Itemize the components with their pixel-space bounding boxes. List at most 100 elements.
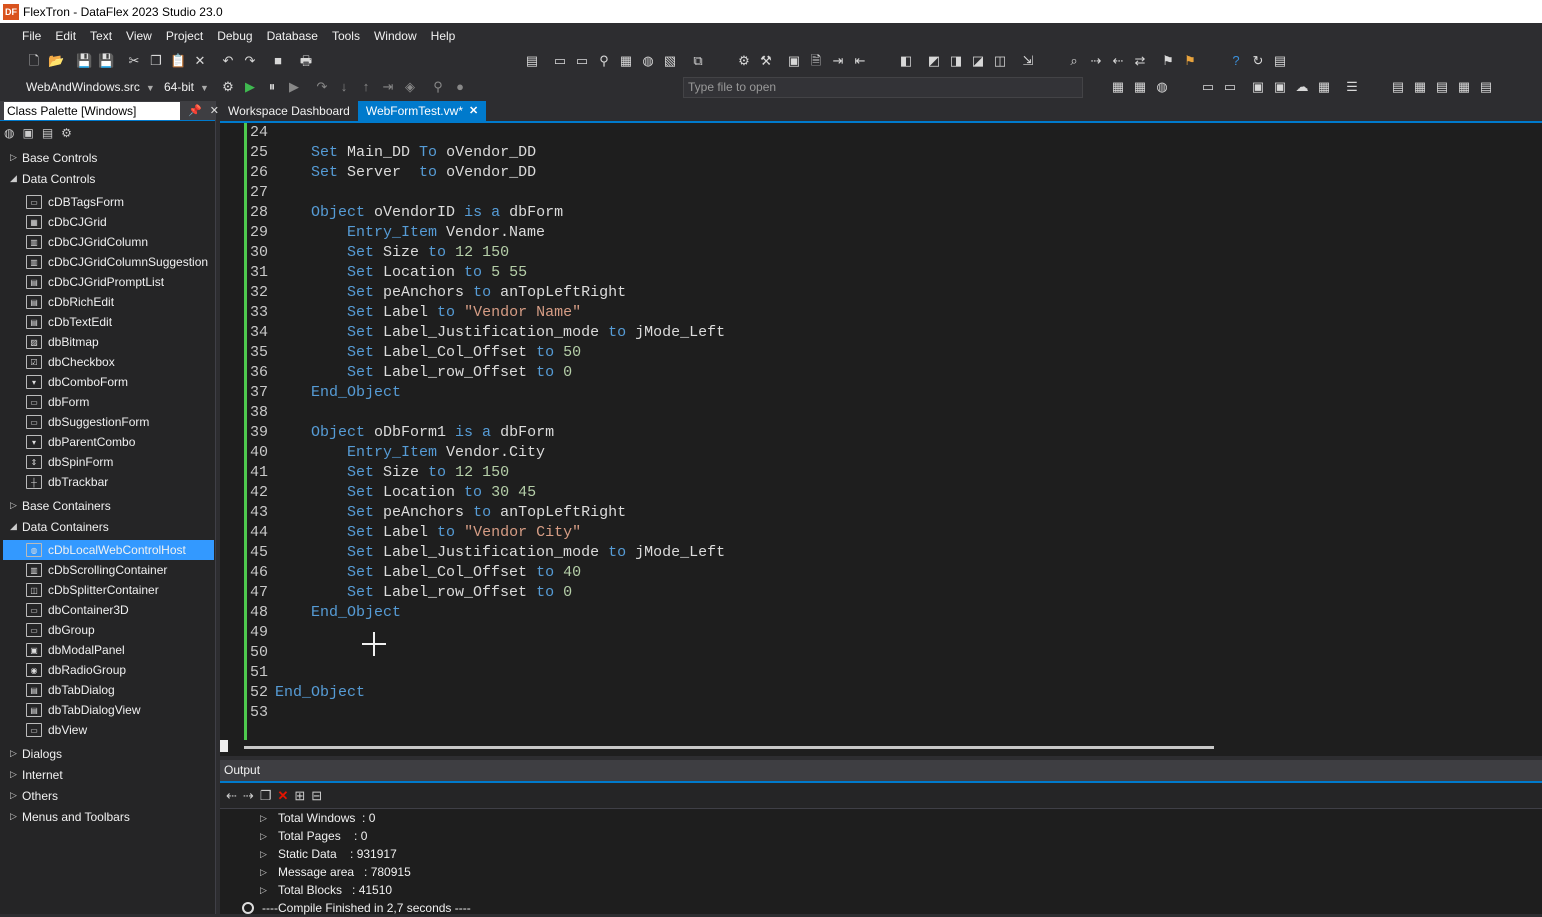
tree-item[interactable]: ▥ cDbCJGridColumnSuggestion xyxy=(0,252,216,272)
workspace-combo[interactable]: WebAndWindows.src ▼ xyxy=(26,78,155,96)
print-icon[interactable]: 🖶 xyxy=(298,53,314,69)
view-icon[interactable]: ⧉ xyxy=(690,53,706,69)
group-menus-toolbars[interactable]: ▷ Menus and Toolbars xyxy=(0,806,216,827)
step-over-icon[interactable]: ↷ xyxy=(314,79,330,95)
tree-item[interactable]: ▭ dbGroup xyxy=(0,620,216,640)
open-folder-icon[interactable]: 📂 xyxy=(48,53,64,69)
code-line[interactable]: 33 Set Label to "Vendor Name" xyxy=(246,303,725,323)
undo-icon[interactable]: ↶ xyxy=(220,53,236,69)
step-into-icon[interactable]: ↓ xyxy=(336,79,352,95)
table-icon[interactable]: ▦ xyxy=(1316,79,1332,95)
menu-database[interactable]: Database xyxy=(267,29,318,43)
step-out-icon[interactable]: ↑ xyxy=(358,79,374,95)
next-message-icon[interactable]: ⇢ xyxy=(243,788,254,804)
code-line[interactable]: 35 Set Label_Col_Offset to 50 xyxy=(246,343,725,363)
palette-forms-icon[interactable]: ▤ xyxy=(42,126,53,140)
group-internet[interactable]: ▷ Internet xyxy=(0,764,216,785)
tree-item[interactable]: ▭ dbContainer3D xyxy=(0,600,216,620)
bitness-combo[interactable]: 64-bit ▼ xyxy=(164,78,209,96)
pin-icon[interactable]: 📌 xyxy=(188,104,202,117)
grid-view-icon[interactable]: ▦ xyxy=(1132,79,1148,95)
db-grid-icon[interactable]: ▦ xyxy=(1456,79,1472,95)
close-icon[interactable]: ✕ xyxy=(210,104,219,117)
db-view-icon[interactable]: ▤ xyxy=(1434,79,1450,95)
layout-icon[interactable]: ▤ xyxy=(524,53,540,69)
cloud-icon[interactable]: ☁ xyxy=(1294,79,1310,95)
find-next-icon[interactable]: ⇢ xyxy=(1088,53,1104,69)
import-icon[interactable]: ⇤ xyxy=(852,53,868,69)
tree-item[interactable]: ▾ dbComboForm xyxy=(0,372,216,392)
breakpoint-icon[interactable]: ⚲ xyxy=(430,79,446,95)
record-icon[interactable]: ● xyxy=(452,79,468,95)
menu-text[interactable]: Text xyxy=(90,29,112,43)
tree-item[interactable]: ◫ cDbSplitterContainer xyxy=(0,580,216,600)
tab-webformtest[interactable]: WebFormTest.vw* ✕ xyxy=(357,101,487,122)
code-line[interactable]: 34 Set Label_Justification_mode to jMode… xyxy=(246,323,725,343)
paste-icon[interactable]: 📋 xyxy=(170,53,186,69)
code-line[interactable]: 50 xyxy=(246,643,725,663)
output-line[interactable]: ▷ Static Data : 931917 xyxy=(220,845,1542,863)
tree-item[interactable]: ▭ dbSuggestionForm xyxy=(0,412,216,432)
panel-red-icon[interactable]: ▭ xyxy=(1200,79,1216,95)
copy-icon[interactable]: ❐ xyxy=(260,788,272,804)
build-icon[interactable]: ⚙ xyxy=(736,53,752,69)
db-table-icon[interactable]: ▦ xyxy=(1412,79,1428,95)
find-prev-icon[interactable]: ⇠ xyxy=(1110,53,1126,69)
grid-icon[interactable]: ▦ xyxy=(1110,79,1126,95)
align-top-icon[interactable]: ◩ xyxy=(926,53,942,69)
close-icon[interactable]: ✕ xyxy=(469,101,478,122)
code-line[interactable]: 38 xyxy=(246,403,725,423)
redo-icon[interactable]: ↷ xyxy=(242,53,258,69)
tab-workspace-dashboard[interactable]: Workspace Dashboard xyxy=(220,101,358,122)
save-icon[interactable]: 💾 xyxy=(76,53,92,69)
tree-item[interactable]: ⇕ dbSpinForm xyxy=(0,452,216,472)
new-file-icon[interactable]: 🗋 xyxy=(26,53,42,69)
doc-icon[interactable]: 🗎 xyxy=(808,53,824,69)
compile-icon[interactable]: ⚒ xyxy=(758,53,774,69)
run-icon[interactable]: ▶ xyxy=(242,79,258,95)
code-line[interactable]: 27 xyxy=(246,183,725,203)
tree-item[interactable]: ┼ dbTrackbar xyxy=(0,472,216,492)
code-line[interactable]: 53 xyxy=(246,703,725,723)
copy-icon[interactable]: ❐ xyxy=(148,53,164,69)
window-icon[interactable]: ▭ xyxy=(552,53,568,69)
palette-tree-icon[interactable]: ⚙ xyxy=(61,126,72,140)
delete-icon[interactable]: ✕ xyxy=(192,53,208,69)
menu-tools[interactable]: Tools xyxy=(332,29,360,43)
tree-item[interactable]: ▭ dbView xyxy=(0,720,216,740)
tree-item[interactable]: ▭ cDBTagsForm xyxy=(0,192,216,212)
continue-icon[interactable]: ▶ xyxy=(286,79,302,95)
compile-run-icon[interactable]: ⚙ xyxy=(220,79,236,95)
align-right-icon[interactable]: ◨ xyxy=(948,53,964,69)
code-line[interactable]: 42 Set Location to 30 45 xyxy=(246,483,725,503)
clear-icon[interactable]: ✕ xyxy=(277,788,288,804)
tree-item[interactable]: ◉ dbRadioGroup xyxy=(0,660,216,680)
code-line[interactable]: 45 Set Label_Justification_mode to jMode… xyxy=(246,543,725,563)
menu-help[interactable]: Help xyxy=(431,29,456,43)
group-data-containers[interactable]: ◢ Data Containers xyxy=(0,516,216,537)
settings-icon[interactable]: ▤ xyxy=(1272,53,1288,69)
code-line[interactable]: 52 End_Object xyxy=(246,683,725,703)
code-line[interactable]: 43 Set peAnchors to anTopLeftRight xyxy=(246,503,725,523)
tree-item[interactable]: ▤ dbTabDialog xyxy=(0,680,216,700)
palette-window-icon[interactable]: ▣ xyxy=(22,126,33,140)
run-to-cursor-icon[interactable]: ⇥ xyxy=(380,79,396,95)
cut-icon[interactable]: ✂ xyxy=(126,53,142,69)
code-line[interactable]: 28 Object oVendorID is a dbForm xyxy=(246,203,725,223)
menu-view[interactable]: View xyxy=(126,29,152,43)
device-icon[interactable]: ▣ xyxy=(1272,79,1288,95)
code-line[interactable]: 36 Set Label_row_Offset to 0 xyxy=(246,363,725,383)
dialog-icon[interactable]: ▭ xyxy=(574,53,590,69)
tree-icon[interactable]: ⚲ xyxy=(596,53,612,69)
tree-item[interactable]: ▾ dbParentCombo xyxy=(0,432,216,452)
align-center-icon[interactable]: ◫ xyxy=(992,53,1008,69)
group-dialogs[interactable]: ▷ Dialogs xyxy=(0,743,216,764)
sql-icon[interactable]: ▤ xyxy=(1478,79,1494,95)
tree-item[interactable]: ☑ dbCheckbox xyxy=(0,352,216,372)
web-icon[interactable]: ◍ xyxy=(640,53,656,69)
output-line[interactable]: ▷ Message area : 780915 xyxy=(220,863,1542,881)
code-line[interactable]: 41 Set Size to 12 150 xyxy=(246,463,725,483)
watch-icon[interactable]: ◈ xyxy=(402,79,418,95)
bookmark-icon[interactable]: ⚑ xyxy=(1160,53,1176,69)
code-line[interactable]: 29 Entry_Item Vendor.Name xyxy=(246,223,725,243)
